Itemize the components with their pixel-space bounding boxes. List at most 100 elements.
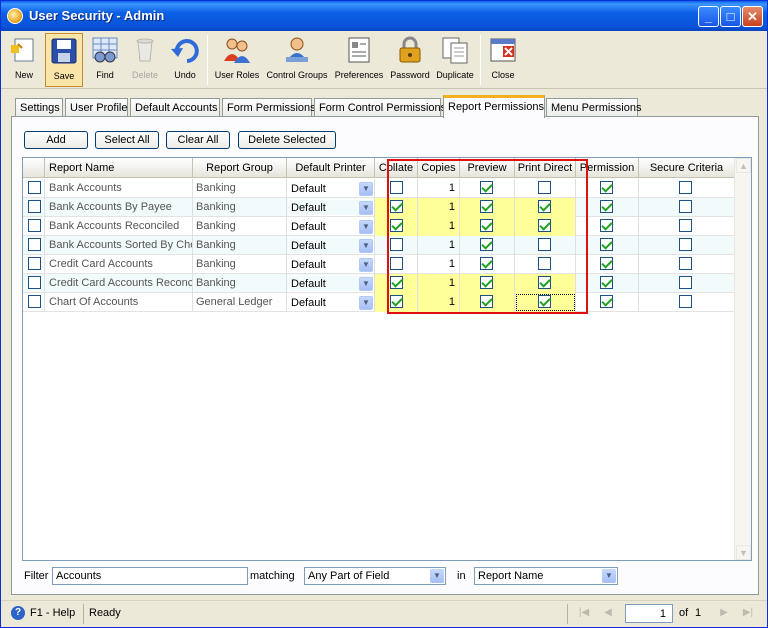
copies-cell[interactable]: 1 — [418, 236, 460, 255]
scroll-down-icon[interactable]: ▼ — [736, 545, 751, 560]
print-direct-cell[interactable] — [515, 293, 576, 312]
permission-checkbox[interactable] — [600, 181, 613, 194]
previous-page-icon[interactable]: ◀ — [601, 606, 615, 620]
print-direct-cell[interactable] — [515, 217, 576, 236]
print-direct-cell[interactable] — [515, 274, 576, 293]
field-select[interactable]: Report Name ▼ — [474, 567, 618, 585]
permission-cell[interactable] — [576, 236, 639, 255]
table-row[interactable]: Credit Card Accounts Reconci Banking Defau… — [23, 274, 735, 293]
clear-all-button[interactable]: Clear All — [166, 131, 230, 149]
secure-criteria-cell[interactable] — [639, 274, 735, 293]
secure-criteria-checkbox[interactable] — [679, 257, 692, 270]
table-row[interactable]: Credit Card Accounts Banking Default ▼ 1 — [23, 255, 735, 274]
permission-checkbox[interactable] — [600, 276, 613, 289]
chevron-down-icon[interactable]: ▼ — [359, 220, 373, 234]
table-row[interactable]: Chart Of Accounts General Ledger Default ▼ 1 — [23, 293, 735, 312]
print-direct-cell[interactable] — [515, 198, 576, 217]
permission-cell[interactable] — [576, 179, 639, 198]
preview-checkbox[interactable] — [480, 181, 493, 194]
secure-criteria-checkbox[interactable] — [679, 219, 692, 232]
help-label[interactable]: F1 - Help — [30, 607, 75, 619]
report-name-cell[interactable]: Chart Of Accounts — [45, 293, 193, 312]
permission-checkbox[interactable] — [600, 200, 613, 213]
preview-cell[interactable] — [460, 179, 515, 198]
column-header-copies[interactable]: Copies — [418, 158, 460, 178]
maximize-button[interactable]: □ — [720, 6, 741, 27]
preview-cell[interactable] — [460, 217, 515, 236]
secure-criteria-checkbox[interactable] — [679, 181, 692, 194]
report-name-cell[interactable]: Bank Accounts By Payee — [45, 198, 193, 217]
secure-criteria-checkbox[interactable] — [679, 200, 692, 213]
permission-checkbox[interactable] — [600, 295, 613, 308]
chevron-down-icon[interactable]: ▼ — [359, 201, 373, 215]
collate-cell[interactable] — [375, 217, 418, 236]
column-header-default-printer[interactable]: Default Printer — [287, 158, 375, 178]
row-select-cell[interactable] — [23, 179, 45, 198]
table-row[interactable]: Bank Accounts Banking Default ▼ 1 — [23, 179, 735, 198]
preview-checkbox[interactable] — [480, 295, 493, 308]
add-button[interactable]: Add — [24, 131, 88, 149]
collate-checkbox[interactable] — [390, 238, 403, 251]
preview-cell[interactable] — [460, 236, 515, 255]
close-button[interactable]: Close — [485, 33, 521, 87]
default-printer-cell[interactable]: Default ▼ — [287, 236, 375, 255]
collate-cell[interactable] — [375, 179, 418, 198]
last-page-icon[interactable]: ▶| — [741, 606, 755, 620]
collate-checkbox[interactable] — [390, 276, 403, 289]
permission-cell[interactable] — [576, 293, 639, 312]
print-direct-checkbox[interactable] — [538, 219, 551, 232]
preview-cell[interactable] — [460, 274, 515, 293]
row-select-cell[interactable] — [23, 198, 45, 217]
column-header-report-name[interactable]: Report Name — [45, 158, 193, 178]
tab-default-accounts[interactable]: Default Accounts — [130, 98, 220, 117]
report-group-cell[interactable]: Banking — [193, 198, 287, 217]
collate-checkbox[interactable] — [390, 200, 403, 213]
preferences-button[interactable]: Preferences — [332, 33, 386, 87]
secure-criteria-cell[interactable] — [639, 236, 735, 255]
print-direct-checkbox[interactable] — [538, 295, 551, 308]
chevron-down-icon[interactable]: ▼ — [359, 277, 373, 291]
copies-cell[interactable]: 1 — [418, 217, 460, 236]
vertical-scrollbar[interactable]: ▲ ▼ — [734, 158, 751, 560]
next-page-icon[interactable]: ▶ — [717, 606, 731, 620]
chevron-down-icon[interactable]: ▼ — [602, 569, 616, 583]
print-direct-cell[interactable] — [515, 236, 576, 255]
print-direct-checkbox[interactable] — [538, 276, 551, 289]
row-select-checkbox[interactable] — [28, 295, 41, 308]
tab-report-permissions[interactable]: Report Permissions — [443, 95, 545, 118]
report-group-cell[interactable]: Banking — [193, 236, 287, 255]
row-select-checkbox[interactable] — [28, 276, 41, 289]
permission-checkbox[interactable] — [600, 219, 613, 232]
report-group-cell[interactable]: Banking — [193, 217, 287, 236]
row-select-checkbox[interactable] — [28, 200, 41, 213]
preview-checkbox[interactable] — [480, 238, 493, 251]
secure-criteria-cell[interactable] — [639, 217, 735, 236]
table-row[interactable]: Bank Accounts Sorted By Che Banking Defaul… — [23, 236, 735, 255]
report-name-cell[interactable]: Bank Accounts Sorted By Che — [45, 236, 193, 255]
default-printer-cell[interactable]: Default ▼ — [287, 255, 375, 274]
print-direct-checkbox[interactable] — [538, 181, 551, 194]
preview-checkbox[interactable] — [480, 219, 493, 232]
preview-cell[interactable] — [460, 255, 515, 274]
tab-form-permissions[interactable]: Form Permissions — [222, 98, 316, 117]
control-groups-button[interactable]: Control Groups — [264, 33, 330, 87]
preview-cell[interactable] — [460, 198, 515, 217]
chevron-down-icon[interactable]: ▼ — [430, 569, 444, 583]
permission-cell[interactable] — [576, 255, 639, 274]
preview-checkbox[interactable] — [480, 257, 493, 270]
default-printer-cell[interactable]: Default ▼ — [287, 217, 375, 236]
secure-criteria-checkbox[interactable] — [679, 276, 692, 289]
permission-cell[interactable] — [576, 274, 639, 293]
secure-criteria-checkbox[interactable] — [679, 295, 692, 308]
password-button[interactable]: Password — [388, 33, 432, 87]
row-select-cell[interactable] — [23, 255, 45, 274]
column-header-report-group[interactable]: Report Group — [193, 158, 287, 178]
tab-settings[interactable]: Settings — [15, 98, 63, 117]
collate-checkbox[interactable] — [390, 295, 403, 308]
table-row[interactable]: Bank Accounts By Payee Banking Default ▼ 1 — [23, 198, 735, 217]
column-header-permission[interactable]: Permission — [576, 158, 639, 178]
duplicate-button[interactable]: Duplicate — [433, 33, 477, 87]
print-direct-checkbox[interactable] — [538, 257, 551, 270]
report-name-cell[interactable]: Credit Card Accounts Reconci — [45, 274, 193, 293]
default-printer-cell[interactable]: Default ▼ — [287, 179, 375, 198]
